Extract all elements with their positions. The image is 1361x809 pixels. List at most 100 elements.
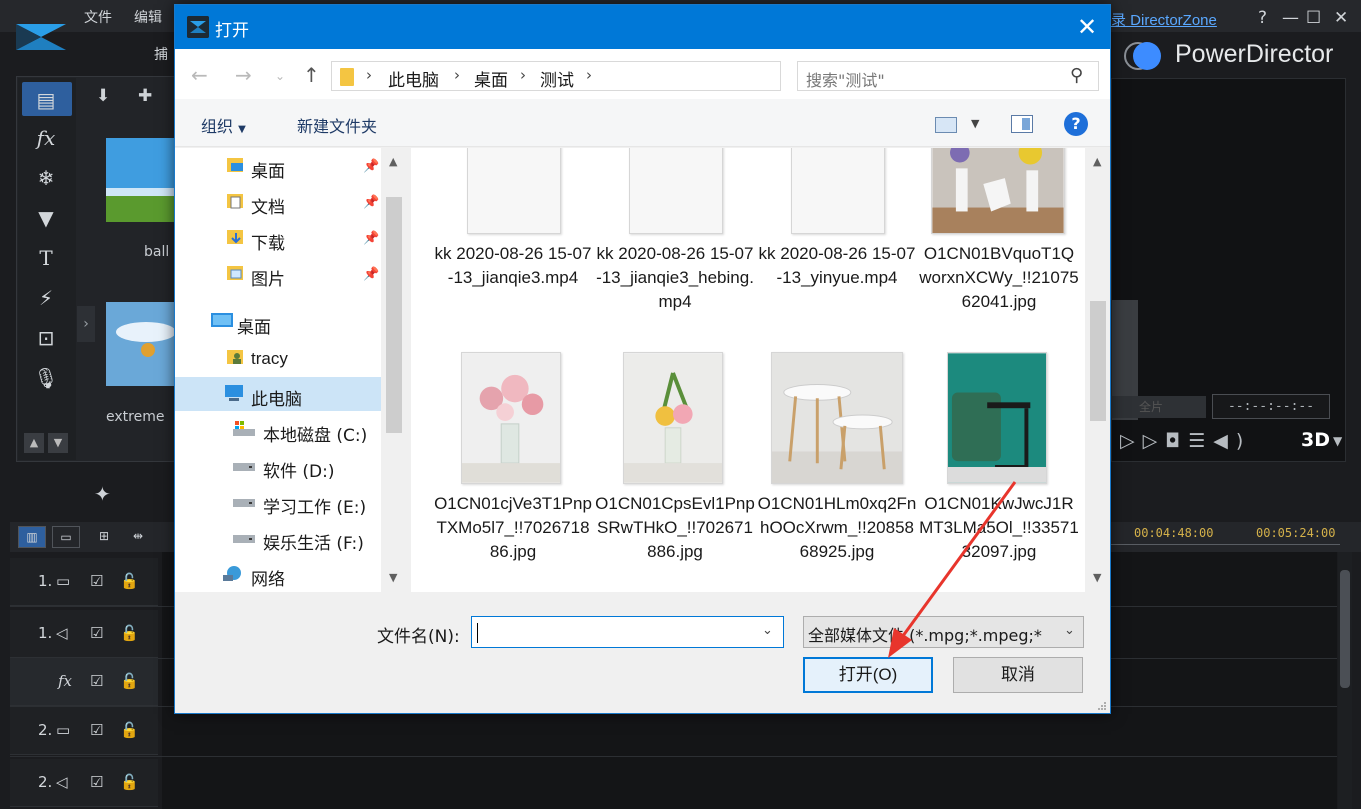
file-scroll-thumb[interactable] xyxy=(1090,301,1106,421)
3d-dropdown-icon[interactable]: ▼ xyxy=(1333,434,1342,448)
nav-item-drive-d[interactable]: 软件 (D:) xyxy=(263,457,335,482)
notification-bell-icon[interactable] xyxy=(1133,42,1161,70)
change-view-icon[interactable] xyxy=(935,117,957,133)
timeline-ruler[interactable] xyxy=(1110,544,1340,552)
chevron-right-icon[interactable]: › xyxy=(586,66,592,84)
file-name[interactable]: O1CN01BVquoT1QworxnXCWy_!!2107562041.jpg xyxy=(919,242,1079,314)
nav-item-desktop-root[interactable]: 桌面 xyxy=(237,313,271,338)
chevron-right-icon[interactable]: › xyxy=(520,66,526,84)
track-lock-icon[interactable]: 🔓 xyxy=(120,572,139,590)
new-folder-button[interactable]: 新建文件夹 xyxy=(297,113,377,137)
breadcrumb-this-pc[interactable]: 此电脑 xyxy=(388,66,439,91)
file-list[interactable]: kk 2020-08-26 15-07-13_jianqie3.mp4 kk 2… xyxy=(411,148,1085,592)
image-file-thumb[interactable] xyxy=(771,352,903,484)
nav-item-tracy[interactable]: tracy xyxy=(251,349,288,369)
media-room-icon[interactable]: ▤ xyxy=(30,88,62,116)
track-enable-checkbox[interactable]: ☑ xyxy=(90,572,103,590)
file-name[interactable]: O1CN01KwJwcJ1RMT3LMa5Ol_!!3357132097.jpg xyxy=(919,492,1079,564)
app-menu-edit[interactable]: 编辑 xyxy=(134,7,162,27)
expand-panel-icon[interactable]: › xyxy=(77,306,95,342)
pin-icon[interactable]: 📌 xyxy=(363,159,379,174)
search-input[interactable]: 搜索"测试" ⚲ xyxy=(797,61,1099,91)
maximize-icon[interactable]: ☐ xyxy=(1306,8,1321,28)
chevron-down-icon[interactable]: ⌄ xyxy=(1064,623,1075,638)
pip-room-icon[interactable]: ▼ xyxy=(30,206,62,234)
address-bar[interactable]: › 此电脑 › 桌面 › 测试 › ⌄ ↻ xyxy=(331,61,938,91)
pin-icon[interactable]: 📌 xyxy=(363,231,379,246)
app-menu-file[interactable]: 文件 xyxy=(84,7,112,27)
capture-tab[interactable]: 捕 xyxy=(154,44,168,64)
chevron-right-icon[interactable]: › xyxy=(366,66,372,84)
image-file-thumb[interactable] xyxy=(947,352,1047,484)
magic-tools-icon[interactable]: ✦ xyxy=(94,482,111,506)
cancel-button[interactable]: 取消 xyxy=(953,657,1083,693)
file-type-select[interactable]: 全部媒体文件 (*.mpg;*.mpeg;* ⌄ xyxy=(803,616,1084,648)
video-file-thumb[interactable] xyxy=(791,148,885,234)
nav-scroll-thumb[interactable] xyxy=(386,197,402,433)
transition-room-icon[interactable]: ⚡ xyxy=(30,286,62,314)
timeline-scroll-thumb[interactable] xyxy=(1340,570,1350,688)
fit-timeline-icon[interactable]: ⇹ xyxy=(124,526,152,548)
close-icon[interactable]: ✕ xyxy=(1073,13,1101,41)
track-lock-icon[interactable]: 🔓 xyxy=(120,721,139,739)
file-name[interactable]: kk 2020-08-26 15-07-13_jianqie3_hebing.m… xyxy=(595,242,755,314)
nav-item-drive-e[interactable]: 学习工作 (E:) xyxy=(263,493,366,518)
playback-controls[interactable]: ▷▷◘☰◀) xyxy=(1120,430,1251,452)
track-enable-checkbox[interactable]: ☑ xyxy=(90,721,103,739)
nav-item-documents[interactable]: 文档 xyxy=(251,193,285,218)
storyboard-view-icon[interactable]: ▭ xyxy=(52,526,80,548)
scroll-up-arrow-icon[interactable]: ▲ xyxy=(389,155,397,168)
preview-pane-icon[interactable] xyxy=(1011,115,1033,133)
fx-room-icon[interactable]: fx xyxy=(30,126,62,154)
3d-mode-badge[interactable]: 3D xyxy=(1301,429,1330,451)
view-options-dropdown-icon[interactable]: ▼ xyxy=(971,117,979,130)
video-file-thumb[interactable] xyxy=(467,148,561,234)
search-icon[interactable]: ⚲ xyxy=(1070,65,1083,86)
library-thumb-ball[interactable] xyxy=(106,138,176,222)
recent-locations-icon[interactable]: ⌄ xyxy=(275,69,285,83)
forward-arrow-icon[interactable]: → xyxy=(235,63,252,87)
resize-grip-icon[interactable] xyxy=(1097,701,1107,711)
help-icon[interactable]: ? xyxy=(1064,112,1088,136)
chevron-right-icon[interactable]: › xyxy=(454,66,460,84)
scroll-up-arrow-icon[interactable]: ▲ xyxy=(1093,155,1101,168)
file-name[interactable]: O1CN01HLm0xq2FnhOOcXrwm_!!2085868925.jpg xyxy=(757,492,917,564)
scroll-up-icon[interactable]: ▲ xyxy=(24,433,44,453)
full-movie-button[interactable]: 全片 xyxy=(1096,396,1206,418)
track-lock-icon[interactable]: 🔓 xyxy=(120,672,139,690)
voiceover-mic-icon[interactable]: 🎙 xyxy=(30,366,62,394)
scroll-down-arrow-icon[interactable]: ▼ xyxy=(1093,571,1101,584)
import-media-icon[interactable]: ⬇ xyxy=(96,86,110,106)
nav-item-downloads[interactable]: 下载 xyxy=(251,229,285,254)
video-file-thumb[interactable] xyxy=(629,148,723,234)
directorzone-link[interactable]: 录 DirectorZone xyxy=(1111,9,1217,30)
nav-item-this-pc[interactable]: 此电脑 xyxy=(251,385,302,410)
back-arrow-icon[interactable]: ← xyxy=(191,63,208,87)
pin-icon[interactable]: 📌 xyxy=(363,267,379,282)
file-name[interactable]: O1CN01CpsEvl1PnpSRwTHkO_!!702671886.jpg xyxy=(595,492,755,564)
nav-item-desktop[interactable]: 桌面 xyxy=(251,157,285,182)
app-close-icon[interactable]: ✕ xyxy=(1334,8,1348,28)
track-enable-checkbox[interactable]: ☑ xyxy=(90,624,103,642)
nav-item-drive-c[interactable]: 本地磁盘 (C:) xyxy=(263,421,367,446)
dialog-titlebar[interactable]: 打开 ✕ xyxy=(175,5,1110,49)
scroll-down-icon[interactable]: ▼ xyxy=(48,433,68,453)
breadcrumb-test[interactable]: 测试 xyxy=(540,66,574,91)
image-file-thumb[interactable] xyxy=(931,148,1065,234)
help-icon[interactable]: ? xyxy=(1258,8,1267,28)
particle-room-icon[interactable]: ❄ xyxy=(30,166,62,194)
organize-menu[interactable]: 组织 ▼ xyxy=(201,113,246,137)
file-name-input[interactable]: ⌄ xyxy=(471,616,784,648)
nav-item-network[interactable]: 网络 xyxy=(251,565,285,590)
subtitle-room-icon[interactable]: ⊡ xyxy=(30,326,62,354)
pin-icon[interactable]: 📌 xyxy=(363,195,379,210)
file-name[interactable]: kk 2020-08-26 15-07-13_jianqie3.mp4 xyxy=(433,242,593,290)
plugin-icon[interactable]: ✚ xyxy=(138,86,152,106)
breadcrumb-desktop[interactable]: 桌面 xyxy=(474,66,508,91)
chevron-down-icon[interactable]: ⌄ xyxy=(762,623,773,638)
timecode-display[interactable]: --:--:--:-- xyxy=(1212,394,1330,419)
image-file-thumb[interactable] xyxy=(461,352,561,484)
library-thumb-extreme[interactable] xyxy=(106,302,176,386)
file-name[interactable]: O1CN01cjVe3T1PnpTXMo5l7_!!702671886.jpg xyxy=(433,492,593,564)
timeline-view-icon[interactable]: ▥ xyxy=(18,526,46,548)
